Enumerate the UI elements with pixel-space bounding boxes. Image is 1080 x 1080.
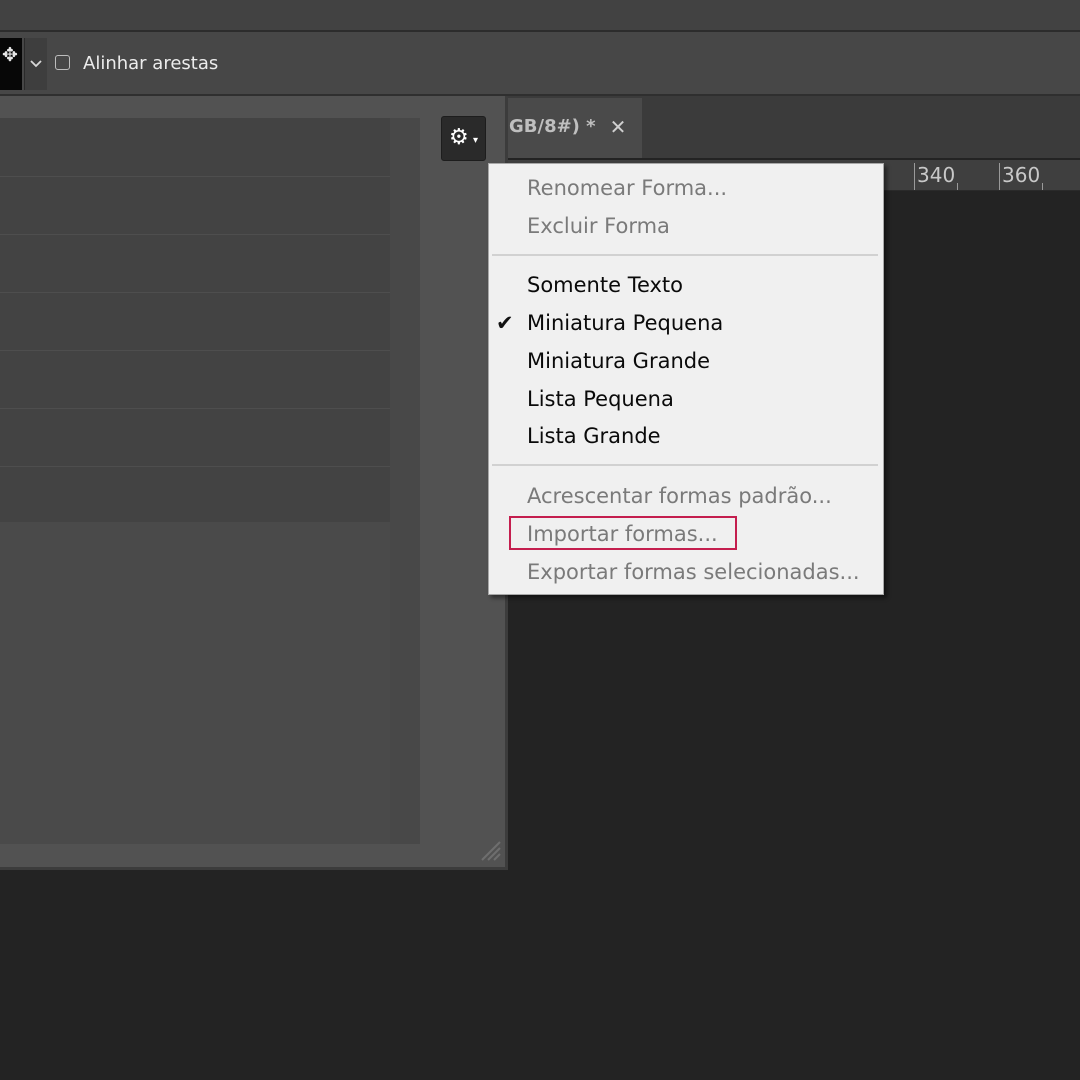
top-strip <box>0 0 1080 32</box>
menu-item-large-list[interactable]: Lista Grande <box>527 421 661 451</box>
align-edges-checkbox[interactable] <box>55 55 70 70</box>
align-edges-label: Alinhar arestas <box>83 53 219 74</box>
menu-item-text-only[interactable]: Somente Texto <box>527 270 683 300</box>
menu-item-delete-shape[interactable]: Excluir Forma <box>527 211 670 241</box>
import-shapes-highlight <box>509 516 737 550</box>
gear-icon: ⚙ <box>449 125 469 150</box>
ruler-tick <box>957 183 958 190</box>
list-item <box>0 234 390 235</box>
list-item <box>0 292 390 293</box>
menu-item-small-thumbnail[interactable]: Miniatura Pequena <box>527 308 723 338</box>
panel-settings-button[interactable]: ⚙ ▾ <box>441 116 486 161</box>
shapes-list-scrollbar[interactable] <box>390 118 420 844</box>
ruler-tick <box>1042 183 1043 190</box>
caret-down-icon: ▾ <box>473 135 479 146</box>
menu-separator <box>492 464 878 466</box>
menu-item-export-selected-shapes[interactable]: Exportar formas selecionadas... <box>527 557 860 587</box>
chevron-down-icon <box>30 60 42 68</box>
resize-grip-icon[interactable] <box>478 838 504 864</box>
menu-item-large-thumbnail[interactable]: Miniatura Grande <box>527 346 710 376</box>
shape-picker-dropdown-button[interactable] <box>24 38 47 90</box>
menu-item-append-default-shapes[interactable]: Acrescentar formas padrão... <box>527 481 832 511</box>
ruler-label: 360 <box>1002 163 1041 187</box>
list-item <box>0 466 390 467</box>
list-item <box>0 176 390 177</box>
ruler-label: 340 <box>917 163 956 187</box>
list-item <box>0 408 390 409</box>
ruler-tick <box>914 163 915 190</box>
close-tab-icon[interactable]: ✕ <box>606 113 630 141</box>
list-item <box>0 350 390 351</box>
custom-shape-icon: ✥ <box>2 44 18 66</box>
checkmark-icon: ✔ <box>496 311 514 335</box>
menu-item-small-list[interactable]: Lista Pequena <box>527 384 674 414</box>
menu-separator <box>492 254 878 256</box>
ruler-tick <box>999 163 1000 190</box>
menu-item-rename-shape[interactable]: Renomear Forma... <box>527 173 727 203</box>
document-tab-title: GB/8#) * <box>509 116 596 137</box>
shapes-list[interactable] <box>0 118 390 522</box>
